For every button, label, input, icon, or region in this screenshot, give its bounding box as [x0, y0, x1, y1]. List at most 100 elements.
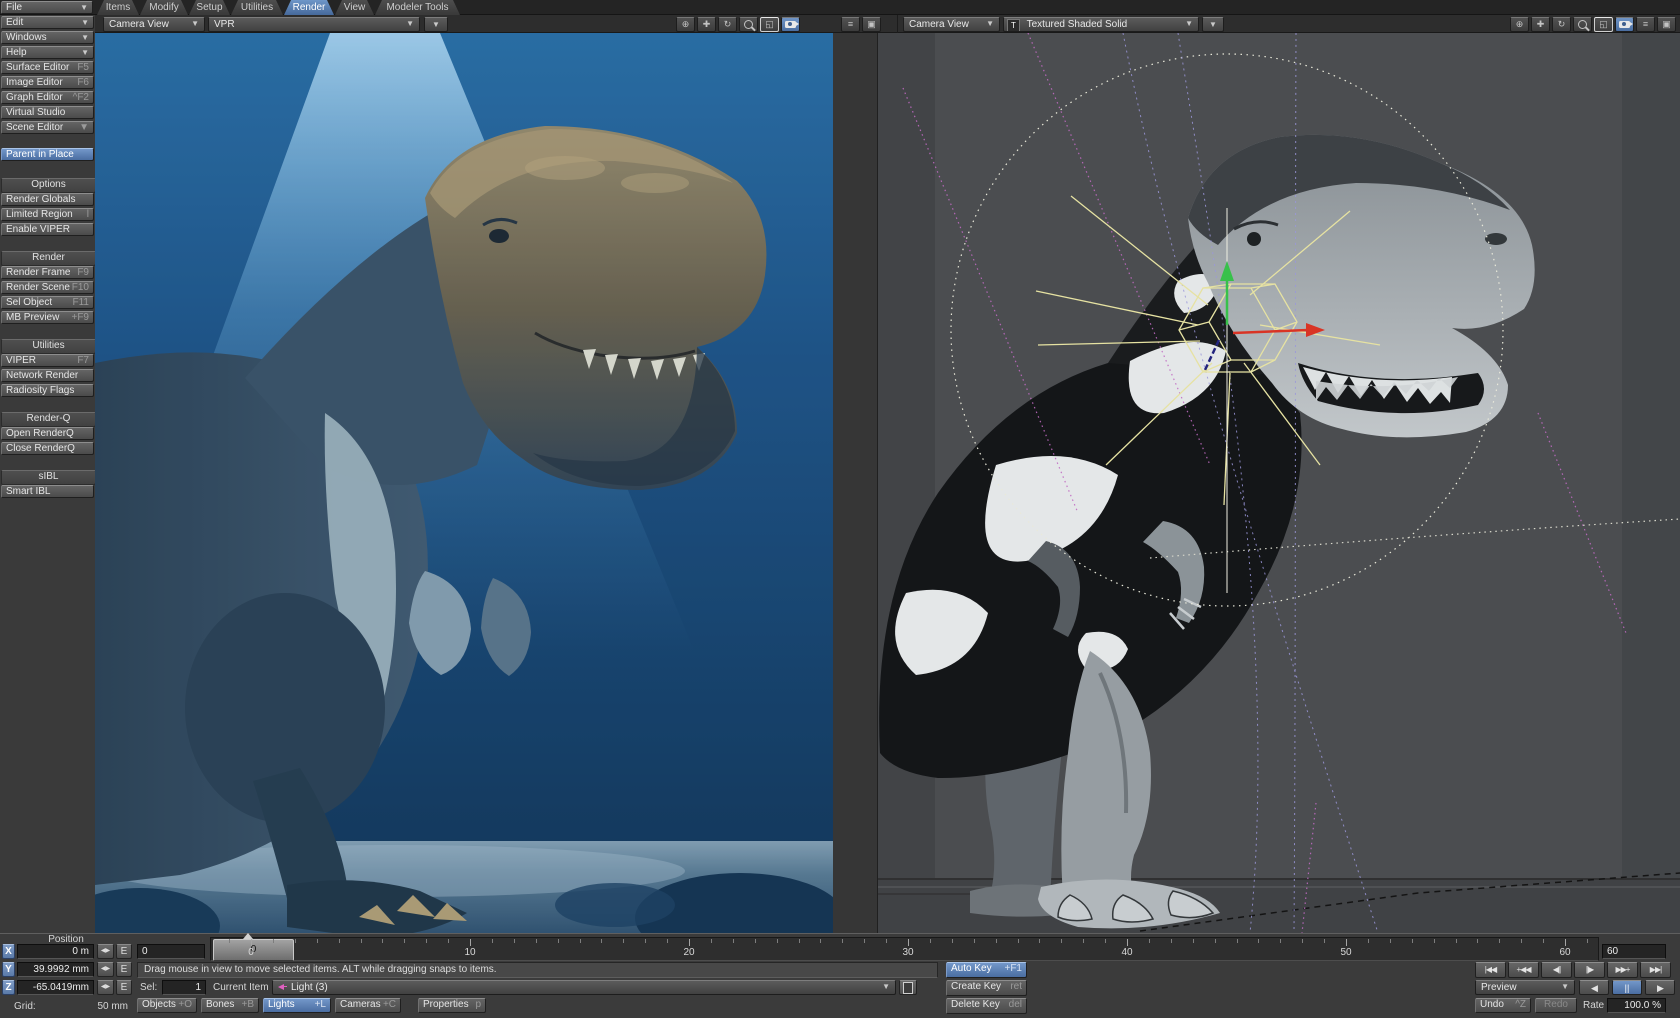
start-frame-field[interactable]: 0: [137, 944, 205, 959]
help-menu-button[interactable]: Help▼: [1, 46, 94, 59]
redo-button[interactable]: Redo: [1535, 998, 1577, 1013]
lights-filter-button[interactable]: Lights+L: [263, 998, 331, 1013]
scene-editor-button[interactable]: Scene Editor▼: [1, 121, 94, 134]
group-title-options: Options: [1, 178, 96, 193]
tab-modeler-tools[interactable]: Modeler Tools: [375, 0, 460, 15]
vpr-render-view[interactable]: [95, 33, 833, 933]
zoom-view-icon[interactable]: [739, 17, 758, 32]
image-editor-button[interactable]: Image EditorF6: [1, 76, 94, 89]
item-list-button[interactable]: [899, 980, 917, 995]
create-key-button[interactable]: Create Keyret: [946, 980, 1027, 996]
tab-modify[interactable]: Modify: [140, 0, 188, 15]
fit-selected-icon[interactable]: ◱: [1594, 17, 1613, 32]
preview-dropdown[interactable]: Preview ▼: [1475, 980, 1575, 995]
graph-editor-button[interactable]: Graph Editor^F2: [1, 91, 94, 104]
tab-view[interactable]: View: [335, 0, 374, 15]
rate-field[interactable]: 100.0 %: [1607, 998, 1666, 1013]
go-start-button[interactable]: |◀◀: [1475, 962, 1506, 978]
bones-filter-button[interactable]: Bones+B: [201, 998, 259, 1013]
windows-menu-button[interactable]: Windows▼: [1, 31, 94, 44]
center-item-icon[interactable]: ⊕: [1510, 17, 1529, 32]
render-frame-button[interactable]: Render FrameF9: [1, 266, 94, 279]
camera-toggle-icon[interactable]: [781, 17, 800, 32]
axis-x-button[interactable]: X: [2, 944, 15, 959]
file-menu-button[interactable]: File ▼: [1, 1, 93, 14]
stepper-z[interactable]: ◀▶: [97, 980, 114, 995]
tab-items[interactable]: Items: [97, 0, 139, 15]
rotate-view-icon[interactable]: ↻: [718, 17, 737, 32]
left-viewport-extra-dropdown[interactable]: ▼: [424, 17, 448, 32]
position-x-field[interactable]: 0 m: [17, 944, 94, 959]
right-viewport-extra-dropdown[interactable]: ▼: [1202, 17, 1224, 32]
stepper-x[interactable]: ◀▶: [97, 944, 114, 959]
left-render-mode-dropdown[interactable]: VPR ▼: [208, 17, 420, 32]
viper-button[interactable]: VIPERF7: [1, 354, 94, 367]
tab-render[interactable]: Render: [284, 0, 334, 15]
pan-view-icon[interactable]: ✚: [697, 17, 716, 32]
lightwave-layout-window: File ▼ ItemsModifySetupUtilitiesRenderVi…: [0, 0, 1680, 1018]
left-viewport-extra-icons: ≡▣: [841, 17, 881, 32]
center-item-icon[interactable]: ⊕: [676, 17, 695, 32]
rotate-view-icon[interactable]: ↻: [1552, 17, 1571, 32]
zoom-view-icon[interactable]: [1573, 17, 1592, 32]
edit-menu-button[interactable]: Edit▼: [1, 16, 94, 29]
envelope-z-button[interactable]: E: [116, 980, 132, 995]
tab-utilities[interactable]: Utilities: [231, 0, 283, 15]
left-viewport-nav-icons: ⊕✚↻ ◱: [676, 17, 800, 32]
mb-preview-button[interactable]: MB Preview+F9: [1, 311, 94, 324]
left-view-type-dropdown[interactable]: Camera View ▼: [103, 17, 205, 32]
undo-button[interactable]: Undo ^Z: [1475, 998, 1531, 1013]
envelope-x-button[interactable]: E: [116, 944, 132, 959]
stepper-y[interactable]: ◀▶: [97, 962, 114, 977]
camera-viewport-3d[interactable]: [878, 33, 1680, 933]
right-viewport[interactable]: [878, 33, 1680, 933]
right-view-type-dropdown[interactable]: Camera View ▼: [903, 17, 1000, 32]
play-reverse-button[interactable]: ◀: [1579, 980, 1609, 995]
render-scene-button[interactable]: Render SceneF10: [1, 281, 94, 294]
current-item-dropdown[interactable]: Light (3) ▼: [272, 980, 896, 995]
open-renderq-button[interactable]: Open RenderQ: [1, 427, 94, 440]
properties-filter-button[interactable]: Propertiesp: [418, 998, 486, 1013]
parent-in-place-button[interactable]: Parent in Place: [1, 148, 94, 161]
delete-key-button[interactable]: Delete Keydel: [946, 998, 1027, 1014]
limited-region-button[interactable]: Limited Regionl: [1, 208, 94, 221]
left-viewport[interactable]: [95, 33, 878, 933]
network-render-button[interactable]: Network Render: [1, 369, 94, 382]
radiosity-flags-button[interactable]: Radiosity Flags: [1, 384, 94, 397]
auto-key-button[interactable]: Auto Key+F1: [946, 962, 1027, 978]
step-forward-button[interactable]: ||▶: [1574, 962, 1605, 978]
next-key-button[interactable]: ▶▶+: [1607, 962, 1638, 978]
sel-object-button[interactable]: Sel ObjectF11: [1, 296, 94, 309]
axis-z-button[interactable]: Z: [2, 980, 15, 995]
virtual-studio-button[interactable]: Virtual Studio: [1, 106, 94, 119]
objects-filter-button[interactable]: Objects+O: [137, 998, 197, 1013]
cameras-filter-button[interactable]: Cameras+C: [335, 998, 401, 1013]
maximize-viewport-icon[interactable]: ▣: [862, 17, 881, 32]
ruler-number: 30: [888, 947, 928, 958]
position-y-field[interactable]: 39.9992 mm: [17, 962, 94, 977]
maximize-viewport-icon[interactable]: ▣: [1657, 17, 1676, 32]
right-render-mode-dropdown[interactable]: T Textured Shaded Solid ▼: [1003, 17, 1199, 32]
viewport-menu-icon[interactable]: ≡: [841, 17, 860, 32]
pause-button[interactable]: ||: [1612, 980, 1642, 995]
viewport-menu-icon[interactable]: ≡: [1636, 17, 1655, 32]
prev-key-button[interactable]: +◀◀: [1508, 962, 1539, 978]
ruler-tick: [470, 939, 471, 946]
camera-toggle-icon[interactable]: [1615, 17, 1634, 32]
surface-editor-button[interactable]: Surface EditorF5: [1, 61, 94, 74]
play-forward-button[interactable]: ▶: [1645, 980, 1675, 995]
end-frame-field[interactable]: 60: [1602, 944, 1666, 959]
position-z-field[interactable]: -65.0419mm: [17, 980, 94, 995]
axis-y-button[interactable]: Y: [2, 962, 15, 977]
smart-ibl-button[interactable]: Smart IBL: [1, 485, 94, 498]
envelope-y-button[interactable]: E: [116, 962, 132, 977]
fit-selected-icon[interactable]: ◱: [760, 17, 779, 32]
go-end-button[interactable]: ▶▶|: [1640, 962, 1671, 978]
close-renderq-button[interactable]: Close RenderQ: [1, 442, 94, 455]
pan-view-icon[interactable]: ✚: [1531, 17, 1550, 32]
render-globals-button[interactable]: Render Globals: [1, 193, 94, 206]
step-back-button[interactable]: ◀||: [1541, 962, 1572, 978]
timeline-ruler[interactable]: 0 0102030405060: [210, 937, 1599, 961]
enable-viper-button[interactable]: Enable VIPER: [1, 223, 94, 236]
tab-setup[interactable]: Setup: [189, 0, 230, 15]
